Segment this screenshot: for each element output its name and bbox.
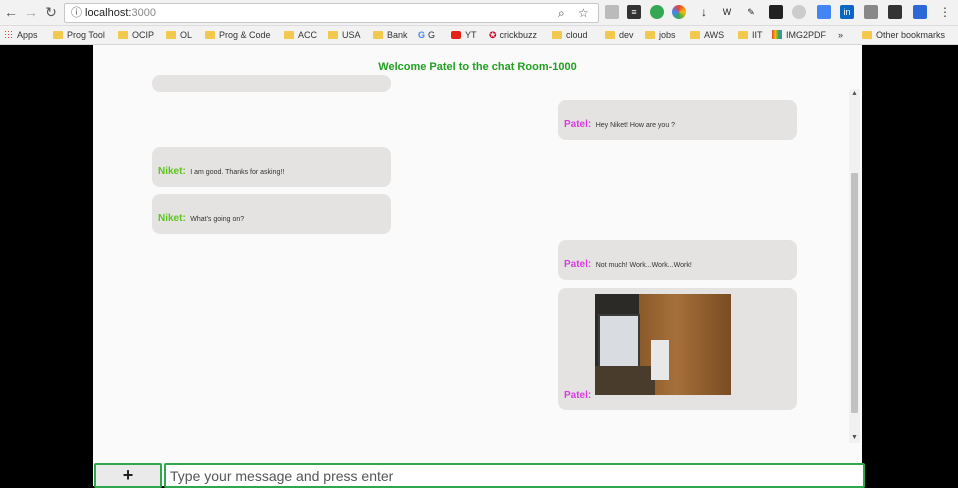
folder-icon [373,31,383,39]
browser-toolbar: ← → ↻ ⓘ localhost:3000 ⌕ ☆ ≡ ↓ W ✎ in ⋮ [0,0,958,26]
message-bubble: Patel: Hey Niket! How are you ? [558,100,797,140]
wrench-icon[interactable]: ✎ [744,5,758,19]
google-icon: G [418,30,426,40]
address-bar[interactable]: ⓘ localhost:3000 ⌕ ☆ [64,3,599,23]
folder-icon [284,31,294,39]
message-bubble: Niket: I am good. Thanks for asking!! [152,147,391,187]
youtube-icon [451,31,461,39]
bookmark-item[interactable]: IIT [738,29,763,41]
sender-name: Patel: [564,259,592,270]
shared-image[interactable] [595,294,731,395]
extension-icon[interactable]: ≡ [627,5,641,19]
folder-icon [645,31,655,39]
folder-icon [328,31,338,39]
folder-icon [738,31,748,39]
back-icon[interactable]: ← [2,3,20,21]
folder-icon [205,31,215,39]
bookmark-apps[interactable]: Apps [4,29,38,41]
scroll-thumb[interactable] [851,173,858,413]
sender-name: Patel: [564,390,592,401]
crickbuzz-icon: ✪ [489,30,497,40]
bookmark-item[interactable]: USA [328,29,361,41]
chat-scrollbar[interactable]: ▲ ▼ [849,89,860,443]
bookmark-item[interactable]: OL [166,29,192,41]
linkedin-icon[interactable]: in [840,5,854,19]
sender-name: Patel: [564,119,592,130]
bookmark-item[interactable]: GG [418,29,435,41]
menu-icon[interactable]: ⋮ [938,5,952,19]
zoom-icon[interactable]: ⌕ [558,5,565,21]
message-text: I am good. Thanks for asking!! [190,169,285,176]
folder-icon [605,31,615,39]
bookmark-item[interactable]: Prog & Code [205,29,271,41]
bookmark-item[interactable]: dev [605,29,634,41]
info-icon: ⓘ [71,7,82,19]
extension-icon[interactable] [792,5,806,19]
message-bubble: Patel: Not much! Work...Work...Work! [558,240,797,280]
download-icon[interactable]: ↓ [697,5,711,19]
extension-icon[interactable] [864,5,878,19]
message-bubble: Niket: What's going on? [152,194,391,234]
message-text: Hey Niket! How are you ? [595,122,676,129]
folder-icon [53,31,63,39]
sender-name: Niket: [158,166,186,177]
forward-icon[interactable]: → [22,3,40,21]
message-bubble [152,75,391,92]
apps-icon [4,30,13,39]
bookmark-item[interactable]: IMG2PDF [772,29,826,41]
extension-icon[interactable] [769,5,783,19]
message-input[interactable] [164,463,865,488]
add-attachment-button[interactable]: + [94,463,162,488]
url-text: localhost:3000 [85,7,156,19]
reload-icon[interactable]: ↻ [42,3,60,21]
folder-icon [552,31,562,39]
sender-name: Niket: [158,213,186,224]
extension-icon[interactable] [817,5,831,19]
bookmark-other[interactable]: Other bookmarks [862,29,945,41]
bookmark-item[interactable]: OCIP [118,29,154,41]
extension-icon[interactable]: W [720,5,734,19]
scroll-up-arrow-icon[interactable]: ▲ [849,89,860,99]
bookmark-item[interactable]: Bank [373,29,408,41]
extension-icon[interactable] [913,5,927,19]
bookmark-star-icon[interactable]: ☆ [578,5,589,21]
folder-icon [166,31,176,39]
folder-icon [690,31,700,39]
folder-icon [862,31,872,39]
page-title: Welcome Patel to the chat Room-1000 [378,61,577,73]
message-text: Not much! Work...Work...Work! [595,262,692,269]
message-bubble: Patel: [558,288,797,410]
folder-icon [118,31,128,39]
img2pdf-icon [772,30,782,39]
bookmark-item[interactable]: cloud [552,29,588,41]
chat-page: Welcome Patel to the chat Room-1000 Pate… [93,45,865,488]
message-text: What's going on? [190,216,245,223]
extension-icon[interactable] [650,5,664,19]
extension-icon[interactable] [605,5,619,19]
extension-icon[interactable] [672,5,686,19]
composer-bar: + [93,463,865,488]
bookmark-item[interactable]: jobs [645,29,676,41]
extension-icon[interactable] [888,5,902,19]
bookmark-item[interactable]: Prog Tool [53,29,105,41]
bookmarks-bar: Apps Prog Tool OCIP OL Prog & Code ACC U… [0,26,958,45]
bookmark-item[interactable]: ACC [284,29,317,41]
bookmark-item[interactable]: YT [451,29,477,41]
bookmark-item[interactable]: AWS [690,29,724,41]
scroll-down-arrow-icon[interactable]: ▼ [849,433,860,443]
bookmarks-overflow[interactable]: » [838,29,843,41]
bookmark-item[interactable]: ✪ crickbuzz [489,29,537,41]
